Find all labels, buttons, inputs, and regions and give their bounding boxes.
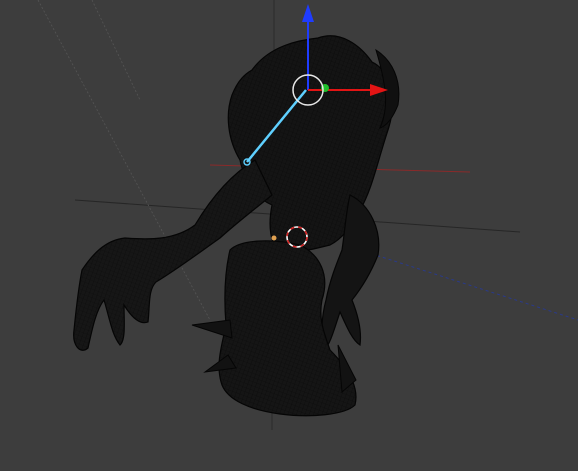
3d-viewport[interactable] [0, 0, 578, 471]
grid-line [91, 0, 141, 101]
viewport-canvas[interactable] [0, 0, 578, 471]
creature-mesh[interactable] [73, 35, 400, 417]
z-axis-arrow-icon [302, 4, 314, 22]
grid-line [359, 249, 578, 321]
object-origin-dot [271, 235, 277, 241]
mesh-spike [191, 319, 233, 339]
